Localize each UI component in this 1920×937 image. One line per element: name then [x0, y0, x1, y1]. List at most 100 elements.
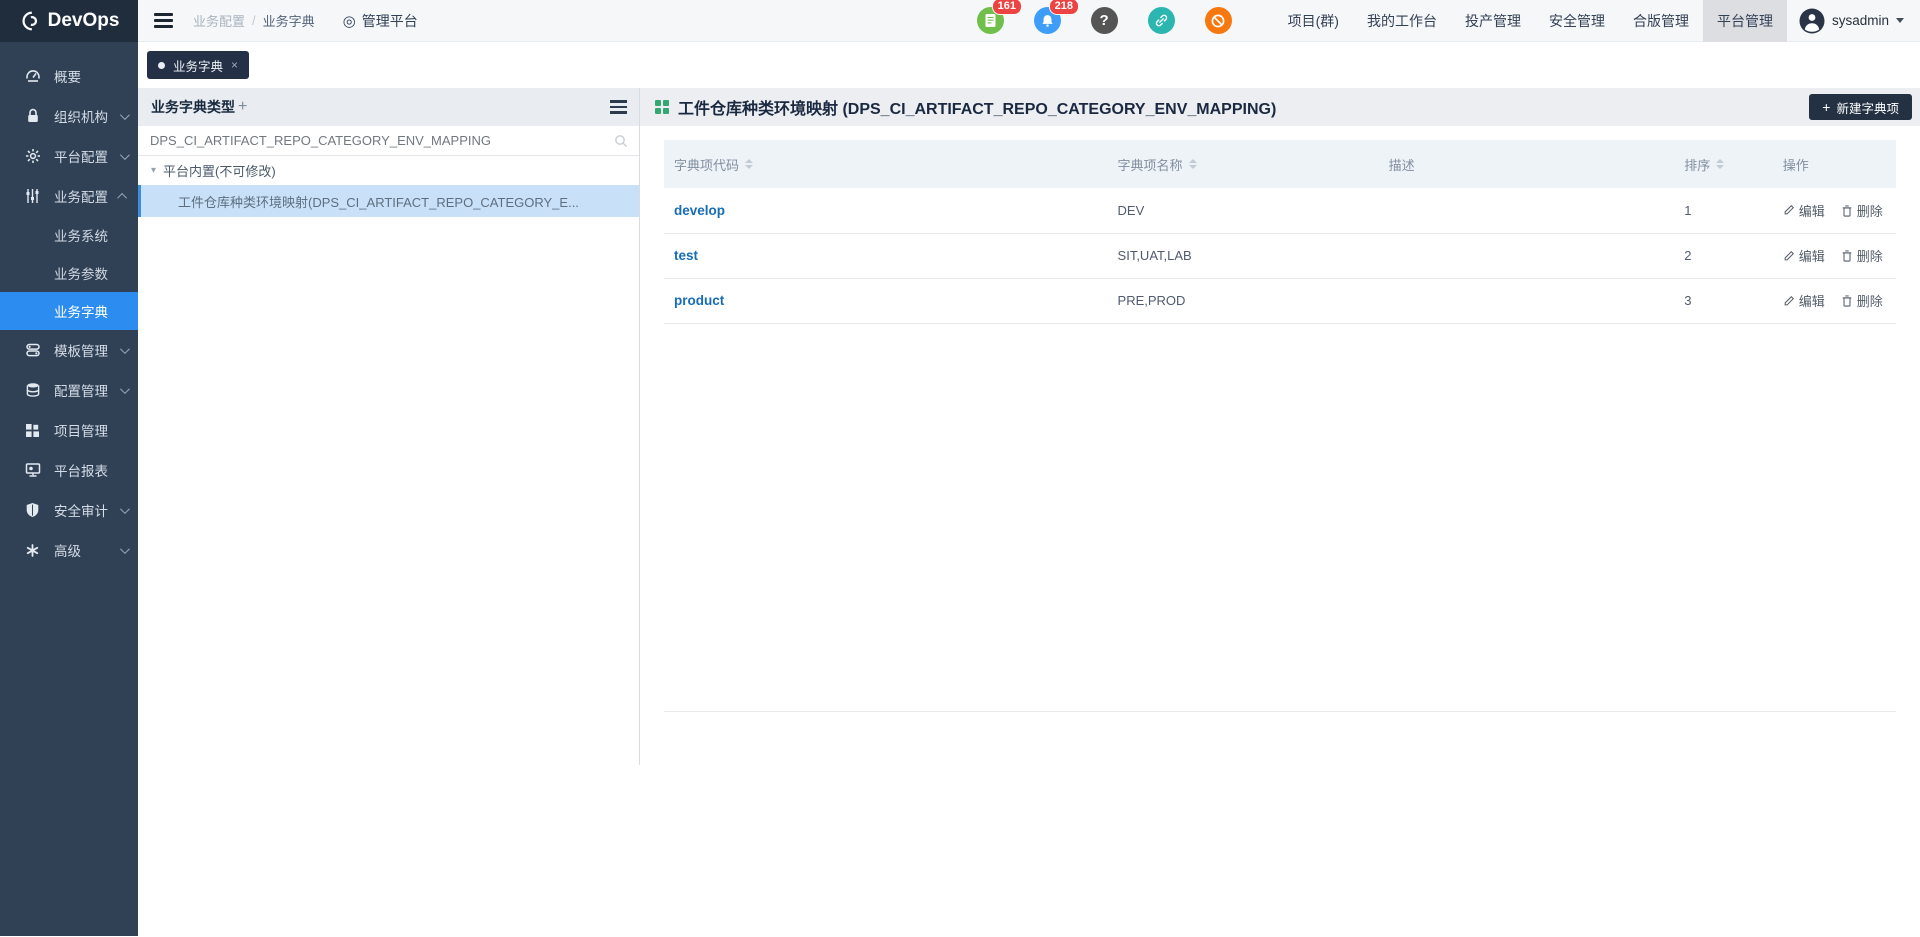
sidebar-item-config-mgmt[interactable]: 配置管理: [0, 370, 138, 410]
tree-item-selected[interactable]: 工件仓库种类环境映射(DPS_CI_ARTIFACT_REPO_CATEGORY…: [138, 185, 640, 217]
sort-icon[interactable]: [1189, 159, 1197, 169]
devops-logo-icon: [19, 10, 41, 32]
table-row: product PRE,PROD 3 编辑: [664, 278, 1896, 323]
topbar-nav: 项目(群) 我的工作台 投产管理 安全管理 合版管理 平台管理: [1274, 0, 1787, 42]
item-desc: [1379, 233, 1675, 278]
user-menu[interactable]: sysadmin: [1787, 8, 1920, 34]
nav-item-security[interactable]: 安全管理: [1535, 0, 1619, 42]
grid-icon: [24, 423, 41, 438]
ban-glyph: [1210, 13, 1226, 29]
help-icon[interactable]: ?: [1091, 7, 1118, 34]
item-code-link[interactable]: develop: [664, 188, 1108, 233]
dictionary-type-panel: 业务字典类型 + ▾ 平台内置(不可修改) 工件仓库种类: [138, 88, 640, 936]
edit-button[interactable]: 编辑: [1783, 291, 1825, 310]
content-area: 业务字典 × 业务字典类型 +: [138, 42, 1920, 936]
sidebar-item-organization[interactable]: 组织机构: [0, 96, 138, 136]
item-desc: [1379, 278, 1675, 323]
pencil-icon: [1783, 204, 1795, 216]
sidebar-item-business-dictionary[interactable]: 业务字典: [0, 292, 138, 330]
breadcrumb-item-current: 业务字典: [263, 11, 315, 30]
nav-item-platform-admin[interactable]: 平台管理: [1703, 0, 1787, 42]
nav-item-version[interactable]: 合版管理: [1619, 0, 1703, 42]
delete-button[interactable]: 删除: [1841, 246, 1883, 265]
sidebar-item-security-audit[interactable]: 安全审计: [0, 490, 138, 530]
pencil-icon: [1783, 250, 1795, 262]
sort-icon[interactable]: [1716, 159, 1724, 169]
panel-menu-icon[interactable]: [610, 100, 627, 114]
avatar: [1799, 8, 1825, 34]
document-icon[interactable]: 161: [977, 7, 1004, 34]
dictionary-items-table: 字典项代码 字典项名称 描述: [664, 140, 1896, 324]
database-icon: [24, 382, 41, 398]
bell-icon[interactable]: 218: [1034, 7, 1061, 34]
tab-business-dictionary[interactable]: 业务字典 ×: [147, 51, 249, 79]
sidebar: 概要 组织机构 平台配置 业务配置 业务系统 业务参数 业务字: [0, 42, 138, 936]
page-title: 工件仓库种类环境映射 (DPS_CI_ARTIFACT_REPO_CATEGOR…: [678, 95, 1276, 119]
username: sysadmin: [1832, 13, 1889, 28]
item-code-link[interactable]: product: [664, 278, 1108, 323]
delete-button[interactable]: 删除: [1841, 201, 1883, 220]
link-icon[interactable]: [1148, 7, 1175, 34]
column-header-name[interactable]: 字典项名称: [1108, 140, 1379, 188]
caret-down-icon: ▾: [151, 165, 156, 176]
sidebar-item-business-system[interactable]: 业务系统: [0, 216, 138, 254]
column-header-desc: 描述: [1379, 140, 1675, 188]
item-sort: 1: [1674, 188, 1773, 233]
work-row: 业务字典类型 + ▾ 平台内置(不可修改) 工件仓库种类: [138, 88, 1920, 936]
breadcrumb-item[interactable]: 业务配置: [193, 11, 245, 30]
sidebar-item-template-mgmt[interactable]: 模板管理: [0, 330, 138, 370]
tree-group-builtin[interactable]: ▾ 平台内置(不可修改): [138, 156, 640, 185]
new-dictionary-item-button[interactable]: + 新建字典项: [1809, 94, 1912, 120]
add-type-button[interactable]: +: [238, 99, 247, 115]
documents-count-badge: 161: [992, 0, 1022, 15]
plus-icon: +: [1822, 100, 1830, 114]
close-icon[interactable]: ×: [231, 58, 238, 72]
nav-item-release[interactable]: 投产管理: [1451, 0, 1535, 42]
app-logo[interactable]: DevOps: [0, 0, 138, 42]
item-name: PRE,PROD: [1108, 278, 1379, 323]
sort-icon[interactable]: [745, 159, 753, 169]
gauge-icon: [24, 68, 41, 84]
ban-icon[interactable]: [1205, 7, 1232, 34]
panel-title: 业务字典类型: [151, 97, 235, 117]
dictionary-items-header: 工件仓库种类环境映射 (DPS_CI_ARTIFACT_REPO_CATEGOR…: [640, 88, 1920, 126]
sidebar-toggle-button[interactable]: [154, 13, 173, 28]
nav-item-workbench[interactable]: 我的工作台: [1353, 0, 1451, 42]
column-header-code[interactable]: 字典项代码: [664, 140, 1108, 188]
tab-active-dot: [158, 62, 165, 69]
sidebar-item-advanced[interactable]: 高级: [0, 530, 138, 570]
sidebar-item-business-config[interactable]: 业务配置: [0, 176, 138, 216]
trash-icon: [1841, 204, 1853, 217]
dictionary-type-header: 业务字典类型 +: [138, 88, 640, 126]
app-shell: 概要 组织机构 平台配置 业务配置 业务系统 业务参数 业务字: [0, 42, 1920, 936]
item-desc: [1379, 188, 1675, 233]
breadcrumb: 业务配置 / 业务字典: [193, 11, 315, 30]
chevron-down-icon: [120, 150, 130, 160]
sidebar-item-business-params[interactable]: 业务参数: [0, 254, 138, 292]
chevron-down-icon: [120, 544, 130, 554]
topbar-icon-cluster: 161 218 ?: [977, 7, 1232, 34]
sliders-icon: [24, 188, 41, 204]
template-icon: [24, 342, 41, 358]
nav-item-projects[interactable]: 项目(群): [1274, 0, 1353, 42]
platform-selector[interactable]: ◎ 管理平台: [343, 11, 418, 31]
edit-button[interactable]: 编辑: [1783, 201, 1825, 220]
item-code-link[interactable]: test: [664, 233, 1108, 278]
dictionary-items-table-wrap: 字典项代码 字典项名称 描述: [664, 140, 1896, 712]
column-header-sort[interactable]: 排序: [1674, 140, 1773, 188]
dictionary-items-panel: 工件仓库种类环境映射 (DPS_CI_ARTIFACT_REPO_CATEGOR…: [640, 88, 1920, 936]
platform-label: 管理平台: [362, 11, 418, 31]
trash-icon: [1841, 249, 1853, 262]
breadcrumb-separator: /: [252, 13, 256, 28]
type-search-input[interactable]: [150, 133, 614, 148]
chevron-down-icon: [120, 384, 130, 394]
sidebar-item-project-mgmt[interactable]: 项目管理: [0, 410, 138, 450]
sidebar-item-platform-config[interactable]: 平台配置: [0, 136, 138, 176]
delete-button[interactable]: 删除: [1841, 291, 1883, 310]
search-icon[interactable]: [614, 134, 628, 148]
trash-icon: [1841, 294, 1853, 307]
sidebar-item-platform-reports[interactable]: 平台报表: [0, 450, 138, 490]
notifications-count-badge: 218: [1049, 0, 1079, 15]
edit-button[interactable]: 编辑: [1783, 246, 1825, 265]
sidebar-item-overview[interactable]: 概要: [0, 56, 138, 96]
